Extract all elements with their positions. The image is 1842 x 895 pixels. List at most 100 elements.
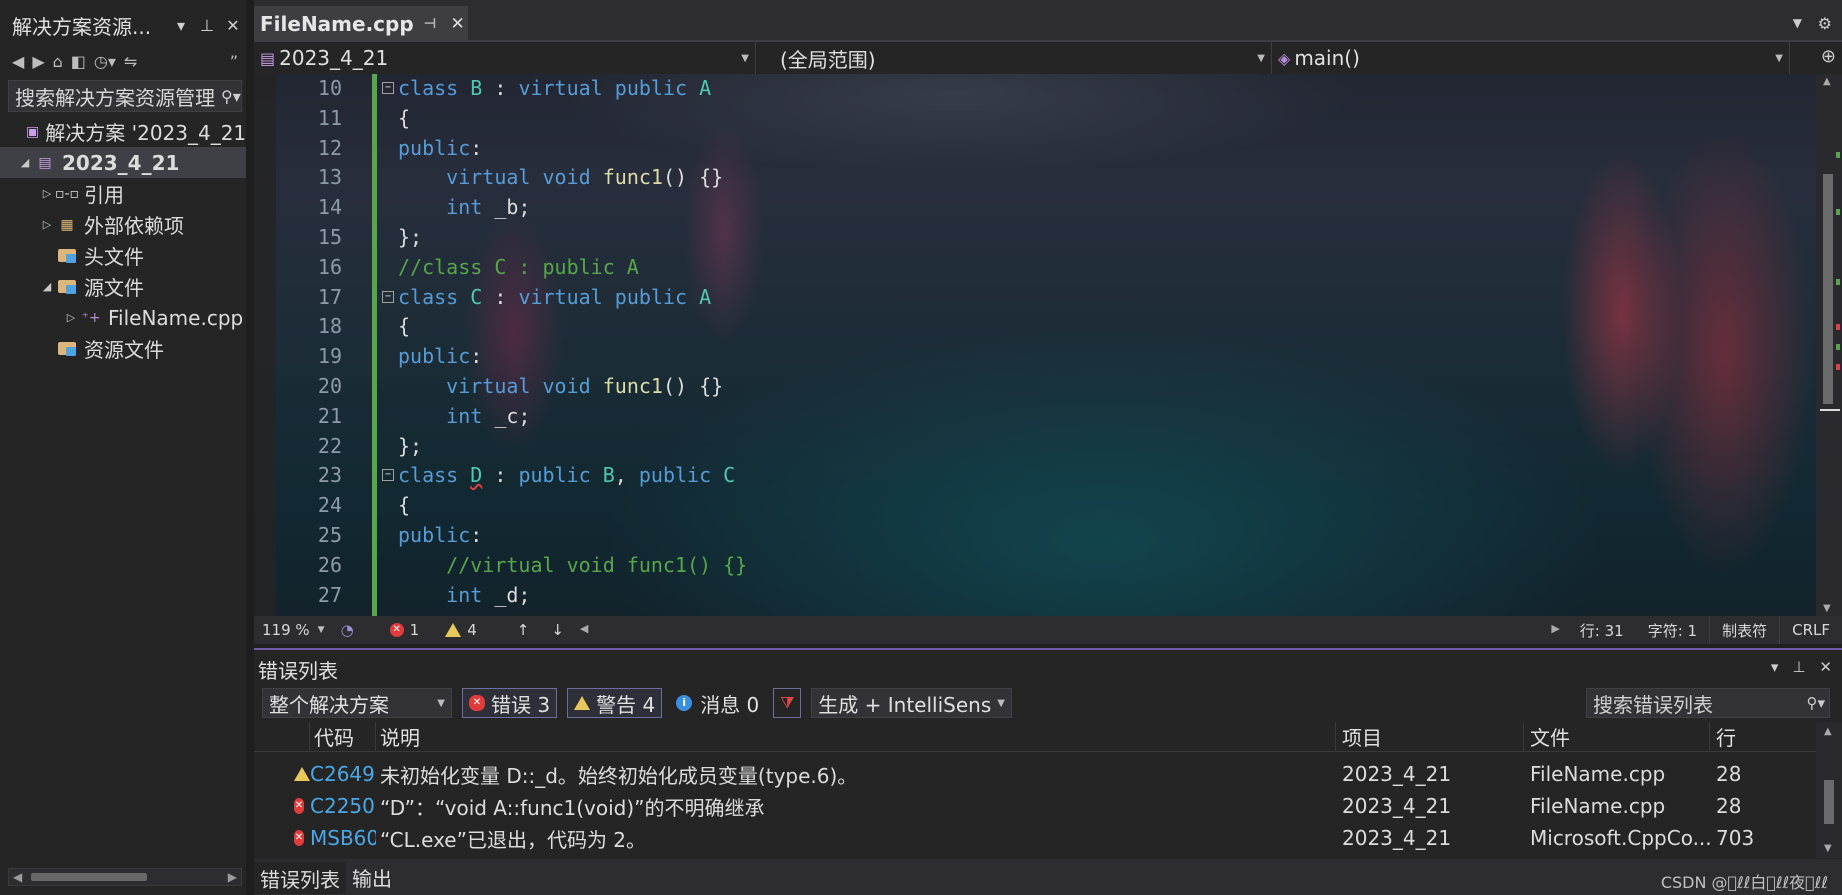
line-indicator[interactable]: 行: 31: [1568, 616, 1636, 644]
char-indicator[interactable]: 字符: 1: [1636, 616, 1709, 644]
search-icon[interactable]: ⚲▾: [1806, 694, 1829, 712]
chevron-down-icon[interactable]: ◢: [40, 280, 54, 293]
errors-toggle-button[interactable]: ✕ 错误 3: [462, 688, 558, 718]
close-icon[interactable]: ✕: [220, 16, 246, 35]
error-code[interactable]: MSB6006: [310, 826, 376, 850]
previous-issue-button[interactable]: ↑: [509, 616, 538, 644]
collapse-icon[interactable]: −: [382, 82, 394, 94]
indent-indicator[interactable]: 制表符: [1709, 616, 1779, 644]
chevron-down-icon[interactable]: ◢: [18, 156, 32, 169]
tree-item-external-deps[interactable]: ▷ ▦ 外部依赖项: [0, 209, 246, 240]
scope-dropdown[interactable]: (全局范围) ▼: [756, 42, 1272, 74]
messages-toggle-button[interactable]: i 消息 0: [672, 688, 763, 718]
severity-column-header[interactable]: [254, 721, 310, 752]
error-icon: ✕: [389, 623, 404, 637]
zoom-dropdown[interactable]: 119 % ▼: [254, 616, 333, 644]
code-editor[interactable]: 10 11 12 13 14 15 16 17 18 19 20 21 22 23 24 25 26 27 − cl…: [254, 74, 1842, 616]
tree-item-project[interactable]: ◢ ▤ 2023_4_21: [0, 147, 246, 178]
chevron-down-icon: ▼: [741, 52, 749, 64]
tree-item-references[interactable]: ▷ ▫-▫ 引用: [0, 178, 246, 209]
column-header-file[interactable]: 文件: [1524, 721, 1710, 752]
table-row[interactable]: C26495 未初始化变量 D::_d。始终初始化成员变量(type.6)。 2…: [254, 758, 1816, 790]
chevron-right-icon[interactable]: ▷: [64, 311, 78, 324]
scroll-left-icon[interactable]: ◀: [13, 870, 22, 884]
intellicode-icon[interactable]: ◔: [333, 616, 362, 644]
tree-item-source-files[interactable]: ◢ 源文件: [0, 271, 246, 302]
eol-indicator[interactable]: CRLF: [1779, 616, 1842, 644]
history-icon[interactable]: ◷▾: [94, 52, 116, 71]
chevron-right-icon[interactable]: ▷: [40, 218, 54, 231]
tree-item-resource-files[interactable]: 资源文件: [0, 333, 246, 364]
pin-icon[interactable]: ⊥: [1792, 658, 1805, 676]
error-count[interactable]: ✕ 1: [382, 616, 428, 644]
solution-search-input[interactable]: 搜索解决方案资源管理 ⚲▾: [8, 80, 242, 112]
solution-explorer: 解决方案资源... ▾ ⊥ ✕ ◀ ▶ ⌂ ◧ ◷▾ ⇋ ” 搜索解决方案资源管…: [0, 0, 246, 895]
tab-output[interactable]: 输出: [346, 860, 398, 894]
scroll-down-icon[interactable]: ▼: [1824, 843, 1832, 854]
scroll-right-icon[interactable]: ▶: [228, 870, 237, 884]
next-issue-button[interactable]: ↓: [543, 616, 572, 644]
tree-item-header-files[interactable]: 头文件: [0, 240, 246, 271]
error-code[interactable]: C26495: [310, 762, 376, 786]
solution-explorer-titlebar: 解决方案资源... ▾ ⊥ ✕: [0, 0, 246, 50]
editor-horizontal-scrollbar[interactable]: ◀ ▶: [572, 616, 1568, 644]
change-tracking-bar: [372, 74, 377, 616]
project-dropdown[interactable]: ▤ 2023_4_21 ▼: [254, 42, 756, 74]
scroll-right-icon[interactable]: ▶: [1551, 622, 1559, 635]
search-icon[interactable]: ⚲▾: [215, 87, 241, 106]
close-icon[interactable]: ✕: [1819, 658, 1832, 676]
editor-vertical-scrollbar[interactable]: ▲ ▼: [1816, 74, 1842, 616]
warnings-toggle-button[interactable]: 警告 4: [567, 688, 663, 718]
pin-icon[interactable]: ⊥: [194, 16, 220, 35]
tab-filename-cpp[interactable]: FileName.cpp ⊣ ✕: [254, 6, 468, 42]
solution-explorer-toolbar: ◀ ▶ ⌂ ◧ ◷▾ ⇋ ”: [0, 46, 246, 76]
table-row[interactable]: ✕ MSB6006 “CL.exe”已退出，代码为 2。 2023_4_21 M…: [254, 822, 1816, 854]
close-icon[interactable]: ✕: [450, 14, 464, 34]
error-project: 2023_4_21: [1342, 794, 1452, 818]
scroll-down-icon[interactable]: ▼: [1823, 603, 1831, 614]
scrollbar-thumb[interactable]: [31, 873, 147, 881]
filter-icon[interactable]: ⧩: [773, 688, 802, 718]
build-filter-dropdown[interactable]: 生成 + IntelliSens ▼: [811, 688, 1012, 718]
vs-switch-icon[interactable]: ◧: [71, 52, 86, 71]
error-code[interactable]: C2250: [310, 794, 376, 818]
collapse-icon[interactable]: −: [382, 469, 394, 482]
solution-horizontal-scrollbar[interactable]: ◀ ▶: [8, 868, 242, 886]
error-search-input[interactable]: 搜索错误列表 ⚲▾: [1586, 688, 1830, 718]
split-window-icon[interactable]: ⊕: [1821, 46, 1836, 67]
panel-splitter[interactable]: [246, 0, 254, 895]
home-icon[interactable]: ⌂: [53, 52, 63, 71]
pin-icon[interactable]: ⊣: [424, 16, 437, 32]
scroll-up-icon[interactable]: ▲: [1824, 726, 1832, 737]
column-header-code[interactable]: 代码: [310, 721, 376, 752]
chevron-down-icon[interactable]: ▾: [1771, 658, 1779, 676]
caret-marker: [1820, 409, 1840, 411]
column-header-line[interactable]: 行: [1710, 722, 1770, 752]
tab-error-list[interactable]: 错误列表: [254, 860, 346, 894]
more-icon[interactable]: ”: [230, 52, 246, 71]
code-lines[interactable]: − class B : virtual public A { public: vi…: [382, 74, 1702, 610]
gear-icon[interactable]: ⚙: [1818, 14, 1832, 33]
scrollbar-thumb[interactable]: [1824, 780, 1834, 824]
scope-filter-dropdown[interactable]: 整个解决方案 ▼: [262, 688, 452, 718]
tab-overflow-icon[interactable]: ▼: [1793, 16, 1802, 30]
chevron-right-icon[interactable]: ▷: [40, 187, 54, 200]
editor-glyph-margin[interactable]: [254, 74, 276, 616]
scroll-up-icon[interactable]: ▲: [1823, 76, 1831, 87]
chevron-down-icon[interactable]: ▾: [168, 16, 194, 35]
table-row[interactable]: ✕ C2250 “D”：“void A::func1(void)”的不明确继承 …: [254, 790, 1816, 822]
column-header-project[interactable]: 项目: [1336, 721, 1524, 752]
collapse-icon[interactable]: −: [382, 290, 394, 303]
column-header-desc[interactable]: 说明: [376, 721, 1336, 752]
warning-count[interactable]: 4: [437, 616, 485, 644]
forward-icon[interactable]: ▶: [32, 52, 44, 71]
error-list-scrollbar[interactable]: ▲ ▼: [1816, 722, 1842, 858]
member-dropdown[interactable]: ◈ main() ▼: [1272, 42, 1790, 74]
tree-item-solution[interactable]: ▣ 解决方案 '2023_4_21: [0, 116, 246, 147]
tree-item-filename-cpp[interactable]: ▷ ⁺+ FileName.cpp: [0, 302, 246, 333]
code-line: int _d;: [446, 582, 531, 607]
scrollbar-thumb[interactable]: [1823, 174, 1833, 404]
scroll-left-icon[interactable]: ◀: [580, 622, 588, 635]
sync-icon[interactable]: ⇋: [124, 52, 137, 71]
back-icon[interactable]: ◀: [12, 52, 24, 71]
